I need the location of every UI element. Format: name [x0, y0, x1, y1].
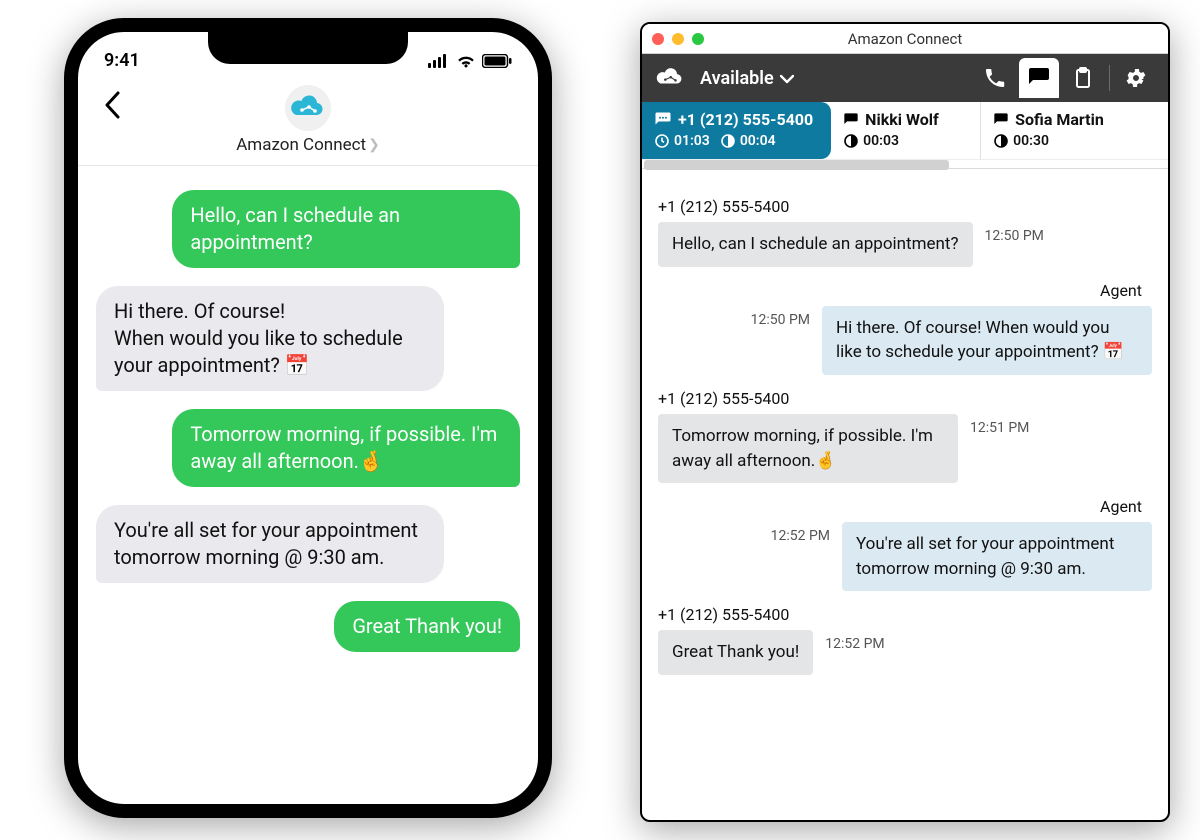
message-timestamp: 12:52 PM — [771, 522, 830, 544]
chat-bubble-received: You're all set for your appointment tomo… — [96, 505, 444, 583]
phone-icon[interactable] — [975, 58, 1015, 98]
tab-idle-time: 00:03 — [863, 133, 899, 149]
phone-header: Amazon Connect ❯ — [78, 85, 538, 166]
tab-label: Nikki Wolf — [865, 110, 939, 129]
chat-bubble-icon — [993, 112, 1009, 128]
half-circle-icon — [843, 133, 859, 149]
tasks-clipboard-icon[interactable] — [1063, 58, 1103, 98]
chat-icon[interactable] — [1019, 58, 1059, 98]
chat-bubble-icon — [843, 112, 859, 128]
tabs-scrollbar[interactable] — [642, 159, 1168, 169]
chat-bubble-sent: Great Thank you! — [334, 601, 520, 652]
chat-bubble-incoming: Great Thank you! — [658, 630, 813, 675]
battery-icon — [482, 54, 512, 68]
phone-chat-log[interactable]: Hello, can I schedule an appointment? Hi… — [78, 166, 538, 676]
message-sender: +1 (212) 555-5400 — [658, 389, 1152, 408]
chat-bubble-outgoing: You're all set for your appointment tomo… — [842, 522, 1152, 591]
toolbar-separator — [1109, 65, 1110, 91]
agent-status-dropdown[interactable]: Available — [700, 68, 794, 89]
tab-idle-time: 00:30 — [1013, 133, 1049, 149]
message-timestamp: 12:50 PM — [985, 222, 1044, 244]
chat-bubble-incoming: Tomorrow morning, if possible. I'm away … — [658, 414, 958, 483]
agent-toolbar: Available — [642, 54, 1168, 102]
chevron-down-icon — [780, 68, 794, 89]
message-sender: Agent — [658, 281, 1152, 300]
window-titlebar: Amazon Connect — [642, 24, 1168, 54]
message-timestamp: 12:51 PM — [970, 414, 1029, 436]
back-button[interactable] — [96, 87, 128, 129]
amazon-connect-logo-icon — [285, 85, 331, 131]
tab-clock-time: 01:03 — [674, 133, 710, 149]
status-time: 9:41 — [104, 50, 140, 71]
phone-header-title: Amazon Connect — [236, 135, 366, 155]
half-circle-icon — [993, 133, 1009, 149]
chat-bubble-dots-icon — [654, 111, 672, 129]
message-timestamp: 12:52 PM — [825, 630, 884, 652]
cellular-signal-icon — [428, 54, 450, 68]
message-sender: +1 (212) 555-5400 — [658, 197, 1152, 216]
agent-status-label: Available — [700, 68, 774, 89]
phone-notch — [208, 30, 408, 64]
conversation-tab[interactable]: Sofia Martin 00:30 — [981, 102, 1131, 159]
phone-header-title-row[interactable]: Amazon Connect ❯ — [96, 135, 520, 155]
chat-bubble-sent: Hello, can I schedule an appointment? — [172, 190, 520, 268]
half-circle-icon — [720, 133, 736, 149]
tab-label: +1 (212) 555-5400 — [678, 110, 813, 129]
agent-window: Amazon Connect Available — [640, 22, 1170, 822]
window-title: Amazon Connect — [642, 30, 1168, 48]
conversation-tab[interactable]: Nikki Wolf 00:03 — [831, 102, 981, 159]
settings-gear-icon[interactable] — [1116, 58, 1156, 98]
message-timestamp: 12:50 PM — [751, 306, 810, 328]
message-sender: Agent — [658, 497, 1152, 516]
clock-icon — [654, 133, 670, 149]
conversation-tab[interactable]: +1 (212) 555-5400 01:03 00:04 — [642, 102, 831, 159]
chevron-right-icon: ❯ — [368, 137, 380, 153]
chat-bubble-sent: Tomorrow morning, if possible. I'm away … — [172, 409, 520, 487]
conversation-tabs: +1 (212) 555-5400 01:03 00:04 Nikki Wolf… — [642, 102, 1168, 159]
tab-idle-time: 00:04 — [740, 133, 776, 149]
amazon-connect-logo-icon — [654, 67, 686, 89]
wifi-icon — [456, 54, 476, 68]
tab-label: Sofia Martin — [1015, 110, 1104, 129]
phone-device: 9:41 Amazon Connect — [64, 18, 552, 818]
chat-bubble-outgoing: Hi there. Of course! When would you like… — [822, 306, 1152, 375]
message-sender: +1 (212) 555-5400 — [658, 605, 1152, 624]
chat-bubble-received: Hi there. Of course! When would you like… — [96, 286, 444, 391]
chat-bubble-incoming: Hello, can I schedule an appointment? — [658, 222, 973, 267]
agent-chat-log[interactable]: +1 (212) 555-5400 Hello, can I schedule … — [642, 169, 1168, 820]
